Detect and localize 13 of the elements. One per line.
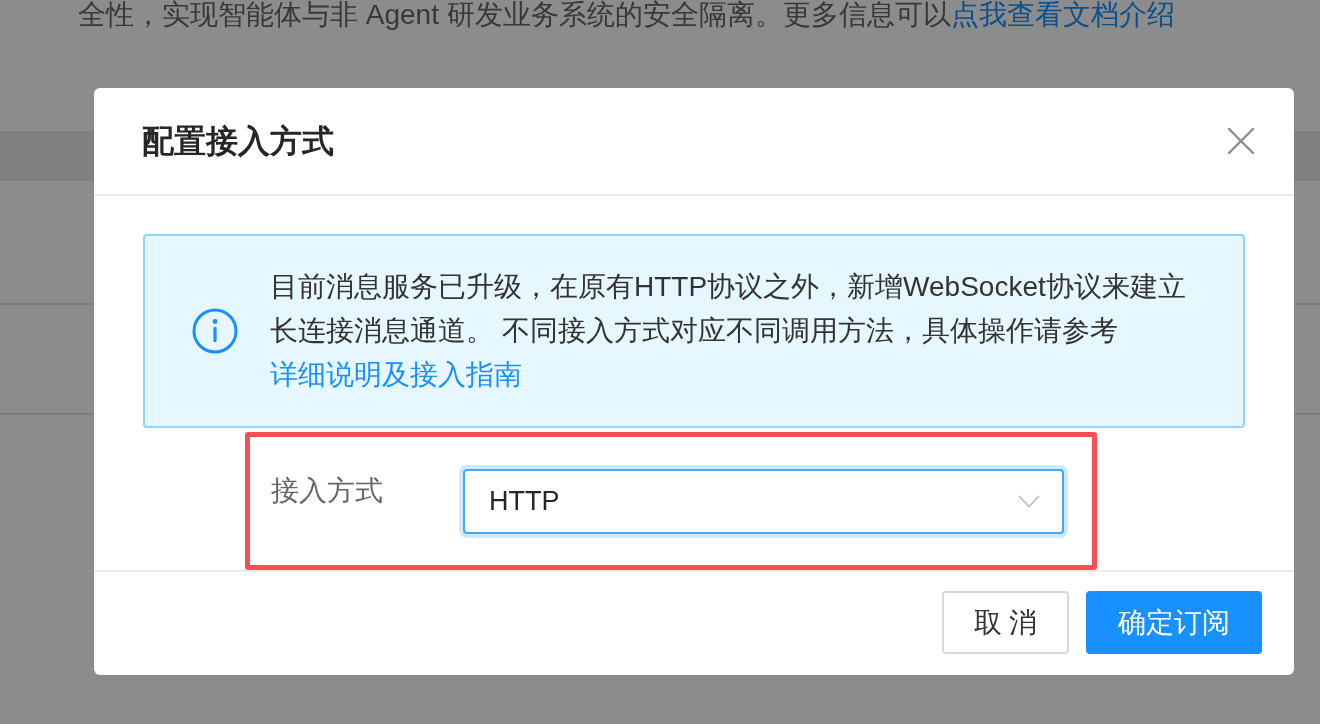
guide-link[interactable]: 详细说明及接入指南: [270, 359, 522, 390]
chevron-down-icon: [1018, 495, 1040, 508]
dialog-title: 配置接入方式: [142, 122, 334, 161]
field-label: 接入方式: [271, 474, 384, 508]
alert-message: 目前消息服务已升级，在原有HTTP协议之外，新增WebSocket协议来建立长连接消息通道。 不同接入方式对应不同调用方法，具体操作请参考 详细说明及接入指南: [270, 270, 1187, 392]
doc-link[interactable]: 点我查看文档介绍: [950, 0, 1175, 30]
confirm-button[interactable]: 确定订阅: [1086, 591, 1262, 654]
select-field[interactable]: HTTP: [463, 469, 1064, 534]
close-icon: [1228, 128, 1254, 154]
cancel-button[interactable]: 取 消: [942, 591, 1069, 654]
info-icon: [192, 308, 238, 354]
notice-text: 全性，实现智能体与非 Agent 研发业务系统的安全隔离。更多信息可以点我查看文档介绍: [77, 0, 1176, 30]
close-button[interactable]: [1228, 128, 1254, 154]
